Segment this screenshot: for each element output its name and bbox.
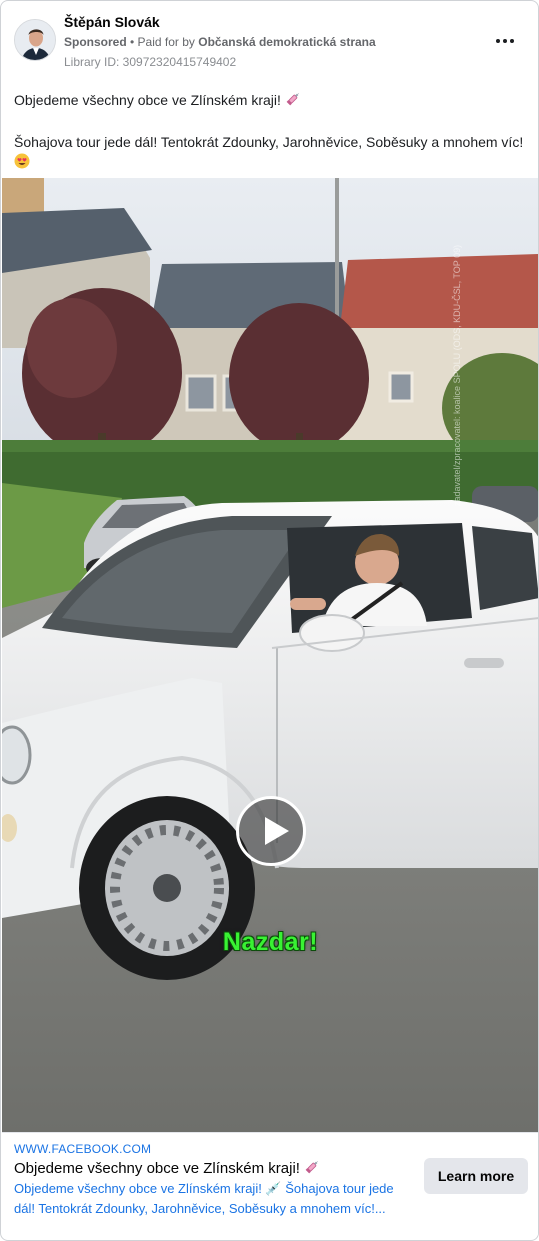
advertiser-name[interactable]: Štěpán Slovák (64, 14, 160, 30)
advertiser-avatar[interactable] (14, 19, 56, 61)
post-line-1: Objedeme všechny obce ve Zlínském kraji! (14, 90, 529, 112)
paid-for-by[interactable]: Občanská demokratická strana (198, 35, 375, 49)
link-preview[interactable]: WWW.FACEBOOK.COM Objedeme všechny obce v… (2, 1132, 538, 1236)
post-line-1-text: Objedeme všechny obce ve Zlínském kraji! (14, 92, 281, 108)
post-line-2-text: Šohajova tour jede dál! Tentokrát Zdounk… (14, 134, 524, 150)
sponsored-line: Sponsored • Paid for by Občanská demokra… (64, 35, 376, 49)
link-domain: WWW.FACEBOOK.COM (14, 1142, 152, 1156)
video-caption: Nazdar! (222, 928, 319, 956)
more-options-icon[interactable] (494, 31, 516, 51)
learn-more-button[interactable]: Learn more (424, 1158, 528, 1194)
syringe-emoji-icon (304, 1159, 320, 1179)
heart-eyes-emoji-icon (14, 153, 30, 174)
video-player[interactable]: zadavatel/zpracovatel: koalice SPOLU (OD… (2, 178, 538, 1132)
link-title[interactable]: Objedeme všechny obce ve Zlínském kraji! (14, 1159, 320, 1179)
sponsored-label: Sponsored (64, 35, 127, 49)
post-line-2: Šohajova tour jede dál! Tentokrát Zdounk… (14, 132, 529, 174)
link-title-text: Objedeme všechny obce ve Zlínském kraji! (14, 1160, 300, 1177)
ad-card: Štěpán Slovák Sponsored • Paid for by Ob… (0, 0, 539, 1241)
syringe-emoji-icon (285, 91, 301, 112)
paid-for-prefix: • Paid for by (126, 35, 199, 49)
play-icon[interactable] (236, 796, 306, 866)
video-watermark: zadavatel/zpracovatel: koalice SPOLU (OD… (452, 244, 462, 506)
ad-header: Štěpán Slovák Sponsored • Paid for by Ob… (1, 1, 538, 81)
link-description[interactable]: Objedeme všechny obce ve Zlínském kraji!… (14, 1179, 414, 1219)
library-id: Library ID: 30972320415749402 (64, 55, 237, 69)
